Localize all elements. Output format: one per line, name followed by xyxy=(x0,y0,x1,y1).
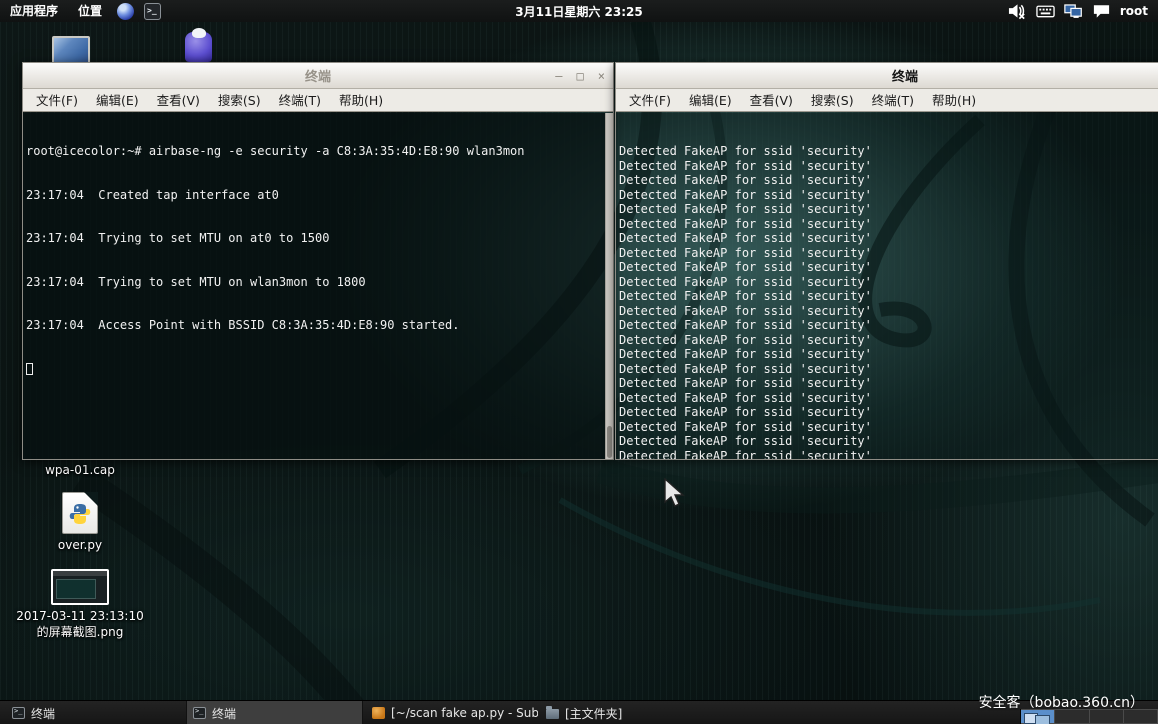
top-panel: 应用程序 位置 >_ 3月11日星期六 23:25 xyxy=(0,0,1158,22)
terminal-line: 23:17:04 Created tap interface at0 xyxy=(26,188,613,203)
terminal-line: root@icecolor:~# airbase-ng -e security … xyxy=(26,144,613,159)
folder-icon xyxy=(546,709,559,719)
mouse-pointer-icon xyxy=(663,478,685,508)
terminal-line: 23:17:04 Trying to set MTU on wlan3mon t… xyxy=(26,275,613,290)
terminal-window-left[interactable]: 终端 – □ × 文件(F)编辑(E)查看(V)搜索(S)终端(T)帮助(H) … xyxy=(22,62,614,460)
menu-item[interactable]: 帮助(H) xyxy=(330,89,392,112)
window-buttons: – □ × xyxy=(555,63,605,89)
terminal-line: Detected FakeAP for ssid 'security' xyxy=(619,159,1158,174)
taskbar-item-3[interactable]: [主文件夹] xyxy=(540,701,660,724)
taskbar-item-label: 终端 xyxy=(31,705,55,722)
terminal-icon xyxy=(12,707,25,719)
terminal-line: Detected FakeAP for ssid 'security' xyxy=(619,347,1158,362)
watermark: 安全客（bobao.360.cn） xyxy=(979,692,1144,712)
terminal-line: Detected FakeAP for ssid 'security' xyxy=(619,391,1158,406)
terminal-line: Detected FakeAP for ssid 'security' xyxy=(619,173,1158,188)
terminal-line: Detected FakeAP for ssid 'security' xyxy=(619,304,1158,319)
desktop-item-wpa-cap[interactable]: wpa-01.cap xyxy=(12,462,148,478)
terminal-line: Detected FakeAP for ssid 'security' xyxy=(619,246,1158,261)
menu-item[interactable]: 编辑(E) xyxy=(680,89,741,112)
terminal-line: Detected FakeAP for ssid 'security' xyxy=(619,289,1158,304)
package-icon[interactable] xyxy=(185,32,212,62)
taskbar-item-label: 终端 xyxy=(212,705,236,722)
menu-item[interactable]: 编辑(E) xyxy=(87,89,148,112)
menu-item[interactable]: 终端(T) xyxy=(270,89,330,112)
menu-item[interactable]: 文件(F) xyxy=(27,89,87,112)
python-file-icon xyxy=(62,492,98,534)
menu-bar: 文件(F)编辑(E)查看(V)搜索(S)终端(T)帮助(H) xyxy=(23,89,613,112)
network-icon[interactable] xyxy=(1064,2,1083,20)
terminal-line: Detected FakeAP for ssid 'security' xyxy=(619,318,1158,333)
desktop-icon-column: wpa-01.cap over.py 2017-03-11 23:13:10的屏… xyxy=(12,462,148,646)
desktop-item-label: over.py xyxy=(12,537,148,553)
screenshot-image-icon xyxy=(51,569,109,605)
terminal-window-right[interactable]: 终端 文件(F)编辑(E)查看(V)搜索(S)终端(T)帮助(H) Detect… xyxy=(615,62,1158,460)
desktop-item-label: 2017-03-11 23:13:10的屏幕截图.png xyxy=(12,608,148,640)
menu-item[interactable]: 查看(V) xyxy=(148,89,209,112)
terminal-line: Detected FakeAP for ssid 'security' xyxy=(619,217,1158,232)
terminal-line: Detected FakeAP for ssid 'security' xyxy=(619,420,1158,435)
terminal-line: Detected FakeAP for ssid 'security' xyxy=(619,202,1158,217)
fakeap-output: Detected FakeAP for ssid 'security'Detec… xyxy=(619,144,1158,459)
menu-item[interactable]: 搜索(S) xyxy=(802,89,863,112)
terminal-output[interactable]: Detected FakeAP for ssid 'security'Detec… xyxy=(616,113,1158,459)
titlebar[interactable]: 终端 xyxy=(616,63,1158,89)
terminal-line: Detected FakeAP for ssid 'security' xyxy=(619,362,1158,377)
maximize-icon[interactable]: □ xyxy=(577,69,584,83)
terminal-cursor-line xyxy=(26,362,613,377)
terminal-line: Detected FakeAP for ssid 'security' xyxy=(619,405,1158,420)
window-title: 终端 xyxy=(305,66,331,85)
sublime-icon xyxy=(372,707,385,719)
iceweasel-icon[interactable] xyxy=(117,3,134,20)
taskbar-item-0[interactable]: 终端 xyxy=(6,701,156,724)
menu-item[interactable]: 搜索(S) xyxy=(209,89,270,112)
window-title: 终端 xyxy=(892,66,918,85)
terminal-line: 23:17:04 Trying to set MTU on at0 to 150… xyxy=(26,231,613,246)
taskbar-item-1[interactable]: 终端 xyxy=(186,701,363,724)
taskbar-item-label: [主文件夹] xyxy=(565,705,622,722)
terminal-line: Detected FakeAP for ssid 'security' xyxy=(619,434,1158,449)
terminal-line: Detected FakeAP for ssid 'security' xyxy=(619,376,1158,391)
terminal-line: Detected FakeAP for ssid 'security' xyxy=(619,144,1158,159)
username-label[interactable]: root xyxy=(1120,4,1148,18)
terminal-line: Detected FakeAP for ssid 'security' xyxy=(619,449,1158,460)
terminal-line: Detected FakeAP for ssid 'security' xyxy=(619,231,1158,246)
clock[interactable]: 3月11日星期六 23:25 xyxy=(0,3,1158,20)
menu-item[interactable]: 终端(T) xyxy=(863,89,923,112)
menu-item[interactable]: 查看(V) xyxy=(741,89,802,112)
keyboard-icon[interactable] xyxy=(1036,2,1055,20)
terminal-line: Detected FakeAP for ssid 'security' xyxy=(619,188,1158,203)
menu-item[interactable]: 帮助(H) xyxy=(923,89,985,112)
terminal-icon xyxy=(193,707,206,719)
scrollbar-thumb[interactable] xyxy=(607,426,612,458)
terminal-icon[interactable]: >_ xyxy=(144,3,161,20)
terminal-line: Detected FakeAP for ssid 'security' xyxy=(619,275,1158,290)
desktop-item-label: wpa-01.cap xyxy=(12,462,148,478)
terminal-line: Detected FakeAP for ssid 'security' xyxy=(619,333,1158,348)
close-icon[interactable]: × xyxy=(598,69,605,83)
terminal-cursor xyxy=(26,363,33,375)
taskbar-item-label: [~/scan fake ap.py - Subli... xyxy=(391,706,538,720)
volume-muted-icon[interactable] xyxy=(1008,2,1027,20)
desktop: 应用程序 位置 >_ 3月11日星期六 23:25 xyxy=(0,0,1158,724)
terminal-line: 23:17:04 Access Point with BSSID C8:3A:3… xyxy=(26,318,613,333)
places-menu[interactable]: 位置 xyxy=(68,0,112,22)
minimize-icon[interactable]: – xyxy=(555,69,562,83)
titlebar[interactable]: 终端 – □ × xyxy=(23,63,613,89)
terminal-output[interactable]: root@icecolor:~# airbase-ng -e security … xyxy=(23,113,613,459)
desktop-item-screenshot[interactable]: 2017-03-11 23:13:10的屏幕截图.png xyxy=(12,569,148,640)
chat-icon[interactable] xyxy=(1092,2,1111,20)
menu-bar: 文件(F)编辑(E)查看(V)搜索(S)终端(T)帮助(H) xyxy=(616,89,1158,112)
desktop-item-overpy[interactable]: over.py xyxy=(12,492,148,553)
scrollbar[interactable] xyxy=(605,113,613,459)
menu-item[interactable]: 文件(F) xyxy=(620,89,680,112)
taskbar-item-2[interactable]: [~/scan fake ap.py - Subli... xyxy=(366,701,538,724)
applications-menu[interactable]: 应用程序 xyxy=(0,0,68,22)
terminal-line: Detected FakeAP for ssid 'security' xyxy=(619,260,1158,275)
system-tray: root xyxy=(1008,2,1158,20)
